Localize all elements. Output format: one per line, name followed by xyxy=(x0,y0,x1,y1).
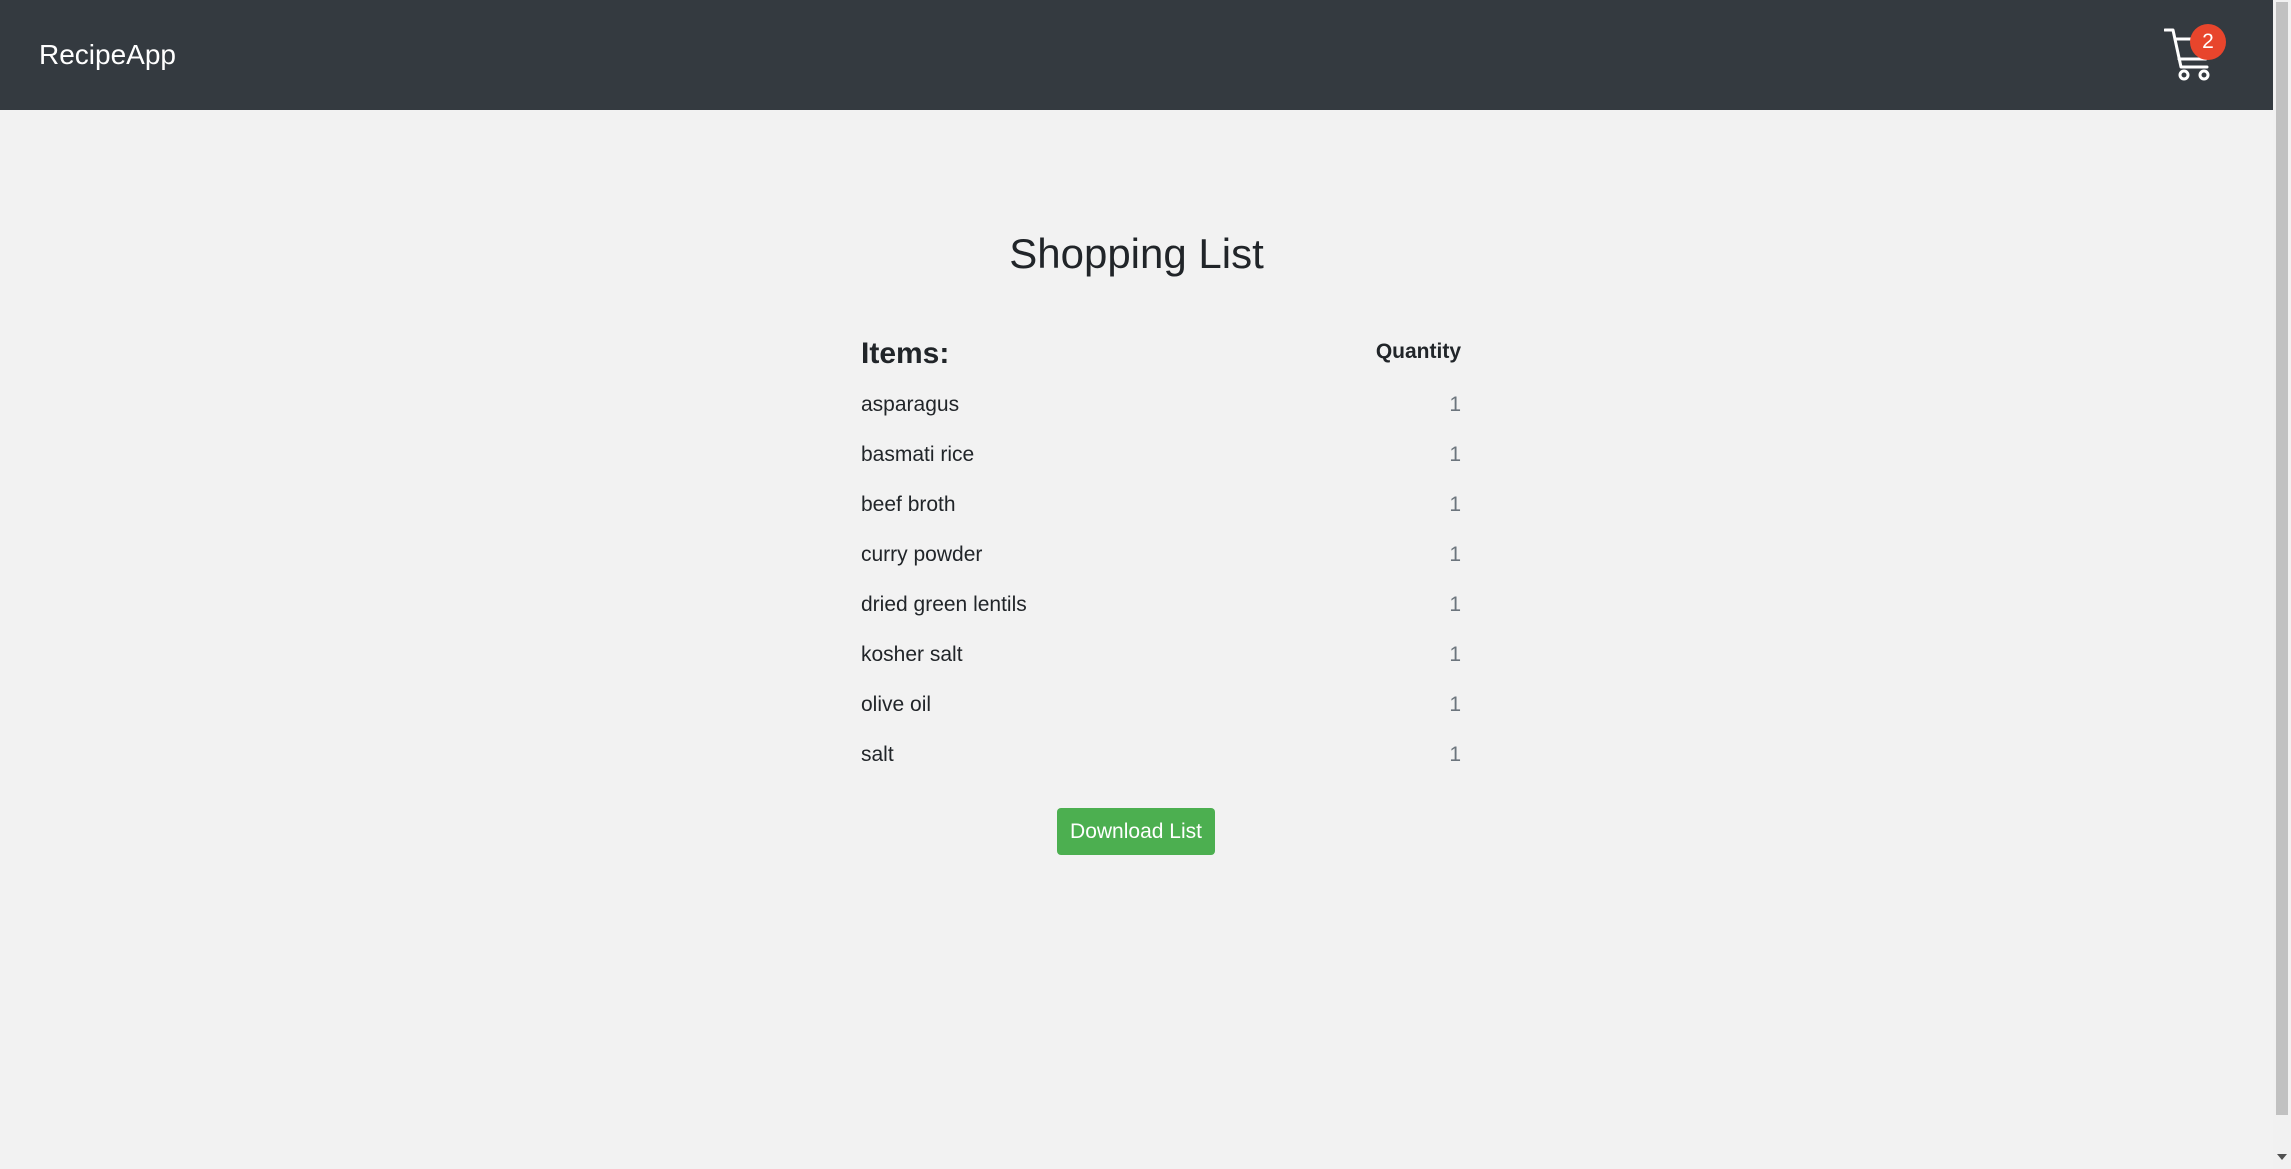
list-item: beef broth 1 xyxy=(861,480,1461,530)
shopping-list: Items: Quantity asparagus 1 basmati rice… xyxy=(861,330,1461,780)
cart-button[interactable]: 2 xyxy=(2160,24,2226,84)
item-quantity: 1 xyxy=(1449,643,1461,666)
item-quantity: 1 xyxy=(1449,493,1461,516)
item-quantity: 1 xyxy=(1449,593,1461,616)
top-navbar: RecipeApp 2 xyxy=(0,0,2273,110)
list-item: salt 1 xyxy=(861,730,1461,780)
item-list: asparagus 1 basmati rice 1 beef broth 1 … xyxy=(861,380,1461,780)
items-heading: Items: xyxy=(861,337,950,370)
list-item: dried green lentils 1 xyxy=(861,580,1461,630)
vertical-scrollbar[interactable] xyxy=(2273,0,2291,1169)
item-name: kosher salt xyxy=(861,643,963,666)
list-header: Items: Quantity xyxy=(861,330,1461,380)
download-list-button[interactable]: Download List xyxy=(1057,808,1215,855)
item-quantity: 1 xyxy=(1449,443,1461,466)
item-name: basmati rice xyxy=(861,443,975,466)
item-quantity: 1 xyxy=(1449,393,1461,416)
item-name: beef broth xyxy=(861,493,956,516)
list-item: olive oil 1 xyxy=(861,680,1461,730)
list-item: basmati rice 1 xyxy=(861,430,1461,480)
item-name: asparagus xyxy=(861,393,960,416)
scroll-down-arrow-icon[interactable] xyxy=(2277,1154,2287,1160)
brand-link[interactable]: RecipeApp xyxy=(39,37,176,73)
item-name: olive oil xyxy=(861,693,932,716)
item-quantity: 1 xyxy=(1449,543,1461,566)
cart-count-badge: 2 xyxy=(2190,24,2226,60)
item-quantity: 1 xyxy=(1449,693,1461,716)
scrollbar-thumb[interactable] xyxy=(2276,2,2288,1115)
item-name: salt xyxy=(861,743,894,766)
list-item: kosher salt 1 xyxy=(861,630,1461,680)
page-title: Shopping List xyxy=(1009,230,1264,277)
list-item: asparagus 1 xyxy=(861,380,1461,430)
item-quantity: 1 xyxy=(1449,743,1461,766)
quantity-heading: Quantity xyxy=(1375,340,1461,363)
item-name: dried green lentils xyxy=(861,593,1027,616)
item-name: curry powder xyxy=(861,543,983,566)
list-item: curry powder 1 xyxy=(861,530,1461,580)
